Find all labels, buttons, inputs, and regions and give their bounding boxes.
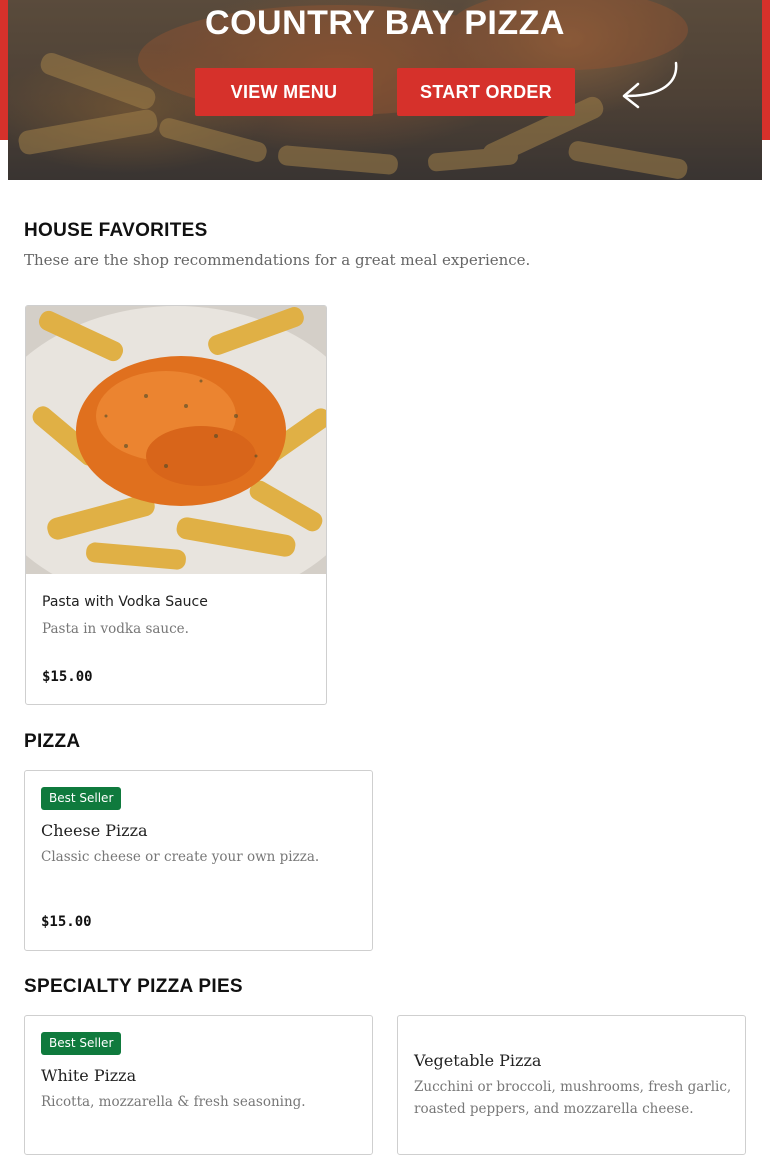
item-name: White Pizza (41, 1066, 137, 1085)
best-seller-badge: Best Seller (41, 1032, 122, 1055)
best-seller-badge: Best Seller (41, 787, 122, 810)
item-price: $15.00 (41, 914, 92, 930)
item-price: $15.00 (42, 669, 93, 685)
curved-arrow-icon (622, 61, 678, 109)
item-name: Cheese Pizza (41, 821, 148, 840)
item-name: Vegetable Pizza (414, 1051, 542, 1070)
item-description: Classic cheese or create your own pizza. (41, 849, 320, 865)
section-subtitle-house-favorites: These are the shop recommendations for a… (24, 251, 531, 269)
item-description: Ricotta, mozzarella & fresh seasoning. (41, 1094, 306, 1110)
item-name: Pasta with Vodka Sauce (42, 594, 208, 610)
menu-item-card[interactable]: Pasta with Vodka Sauce Pasta in vodka sa… (25, 305, 327, 705)
section-title-house-favorites: HOUSE FAVORITES (24, 220, 208, 241)
section-title-specialty-pizza: SPECIALTY PIZZA PIES (24, 976, 243, 997)
restaurant-title: COUNTRY BAY PIZZA (205, 4, 565, 42)
menu-item-card[interactable]: Best Seller Cheese Pizza Classic cheese … (24, 770, 373, 951)
view-menu-button[interactable]: VIEW MENU (195, 68, 373, 116)
item-description: Pasta in vodka sauce. (42, 621, 189, 637)
menu-item-card[interactable]: Vegetable Pizza Zucchini or broccoli, mu… (397, 1015, 746, 1155)
start-order-button[interactable]: START ORDER (397, 68, 575, 116)
pasta-vodka-photo (26, 306, 326, 574)
item-description: Zucchini or broccoli, mushrooms, fresh g… (414, 1079, 732, 1117)
menu-item-card[interactable]: Best Seller White Pizza Ricotta, mozzare… (24, 1015, 373, 1155)
section-title-pizza: PIZZA (24, 731, 81, 752)
